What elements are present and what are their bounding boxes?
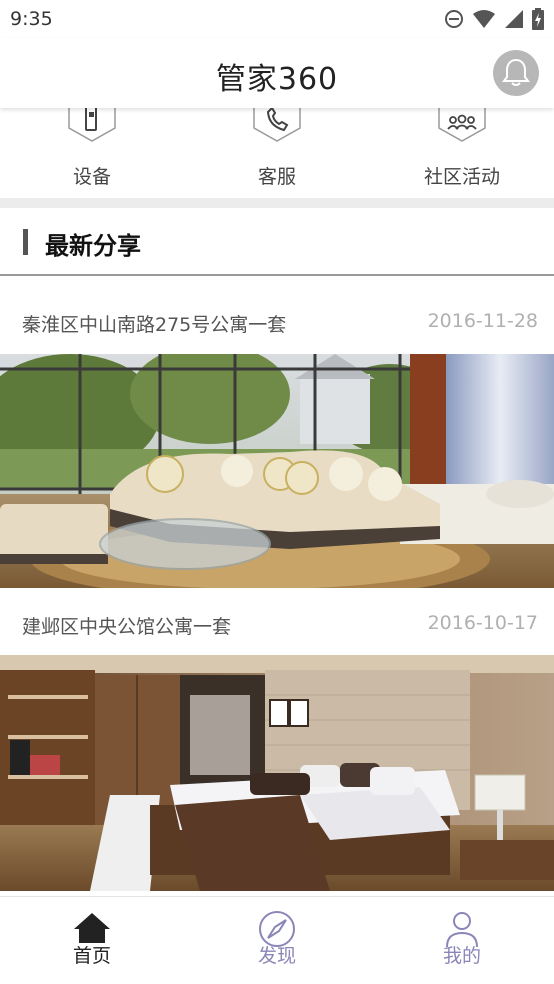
nav-label: 发现: [257, 945, 296, 967]
quick-menu: 设备 客服 社区活动: [0, 108, 554, 198]
quick-item-service[interactable]: 客服: [207, 108, 347, 198]
living-room-photo: [0, 354, 554, 588]
wifi-icon: [473, 10, 495, 28]
nav-mine[interactable]: 我的: [392, 897, 532, 984]
section-header: 最新分享: [0, 208, 554, 274]
nav-label: 我的: [442, 945, 481, 967]
share-date: 2016-10-17: [427, 612, 538, 634]
do-not-disturb-icon: [445, 10, 463, 28]
nav-discover[interactable]: 发现: [207, 897, 347, 984]
section-underline: [0, 274, 554, 276]
app-header: 管家360: [0, 38, 554, 108]
bottom-nav: 首页 发现 我的: [0, 896, 554, 984]
quick-item-label: 设备: [72, 166, 111, 188]
bell-icon: [502, 58, 530, 86]
section-title: 最新分享: [45, 232, 141, 260]
quick-item-label: 社区活动: [423, 166, 500, 188]
page-title: 管家360: [215, 62, 339, 97]
phone-icon: [253, 108, 301, 142]
status-icons: [444, 8, 544, 30]
device-icon: [68, 108, 116, 142]
section-divider: [0, 198, 554, 208]
share-item-header[interactable]: 秦淮区中山南路275号公寓一套 2016-11-28: [0, 288, 554, 354]
share-image-living-room[interactable]: [0, 354, 554, 588]
share-title: 建邺区中央公馆公寓一套: [22, 616, 232, 638]
share-title: 秦淮区中山南路275号公寓一套: [22, 314, 287, 336]
nav-home[interactable]: 首页: [22, 897, 162, 984]
signal-icon: [505, 10, 523, 28]
notification-button[interactable]: [493, 50, 539, 96]
community-icon: [438, 108, 486, 142]
share-image-bedroom[interactable]: [0, 655, 554, 891]
quick-item-device[interactable]: 设备: [22, 108, 162, 198]
share-date: 2016-11-28: [427, 310, 538, 332]
battery-icon: [532, 8, 544, 30]
status-time: 9:35: [10, 8, 53, 30]
share-item-header[interactable]: 建邺区中央公馆公寓一套 2016-10-17: [0, 590, 554, 656]
bedroom-photo: [0, 655, 554, 891]
quick-item-community[interactable]: 社区活动: [392, 108, 532, 198]
section-accent-bar: [23, 229, 28, 255]
nav-label: 首页: [72, 945, 111, 967]
status-bar: 9:35: [0, 0, 554, 38]
quick-item-label: 客服: [257, 166, 296, 188]
